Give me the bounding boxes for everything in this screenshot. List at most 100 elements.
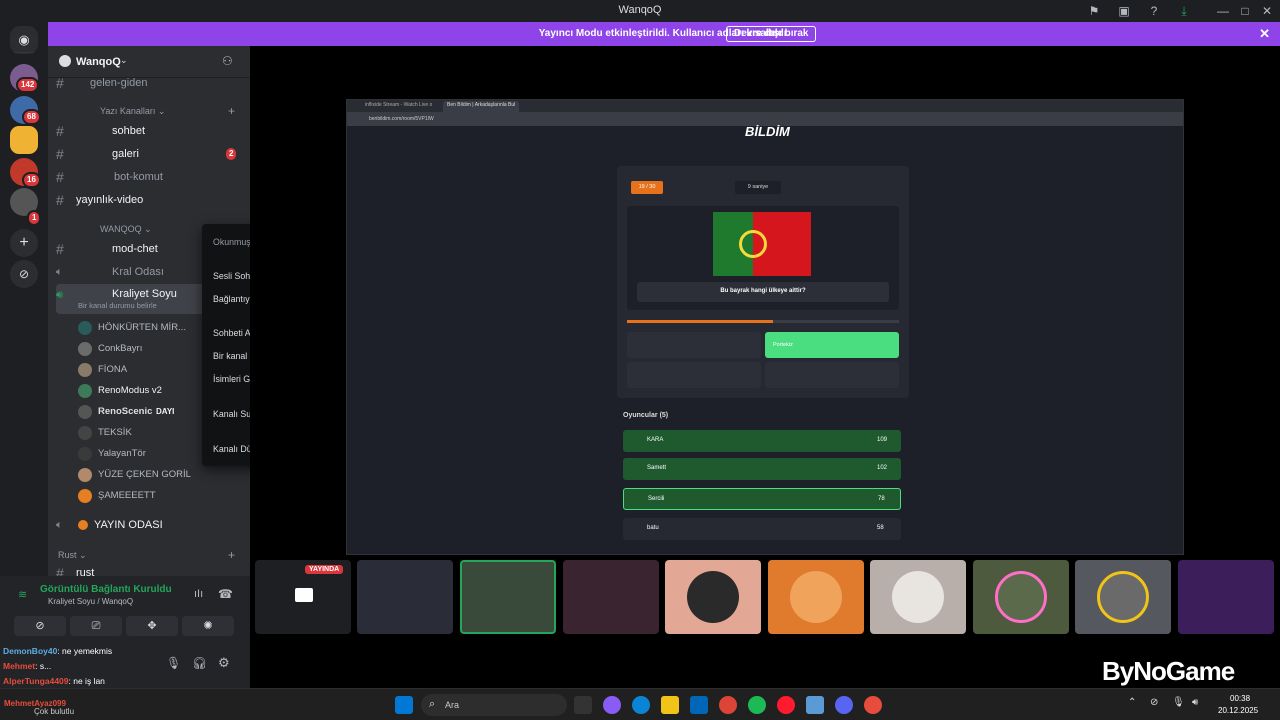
tile-live-stream[interactable]: YAYINDA (255, 560, 351, 634)
store-icon[interactable] (690, 696, 708, 714)
soundboard-button[interactable]: ✺ (182, 616, 234, 636)
task-view-icon[interactable] (574, 696, 592, 714)
voice-member[interactable]: YÜZE ÇEKEN GORİL (78, 465, 238, 485)
avatar (78, 384, 92, 398)
copilot-icon[interactable] (603, 696, 621, 714)
avatar-tile[interactable] (1075, 560, 1171, 634)
channel-status[interactable]: Bir kanal durumu belirle (78, 301, 157, 311)
channel-bot-komut[interactable]: # bot-komut (56, 166, 246, 188)
channel-yayinlik-video[interactable]: # yayınlık-video (56, 189, 246, 211)
file-explorer-icon[interactable] (661, 696, 679, 714)
lock-server-icon[interactable] (10, 126, 38, 154)
channel-gelen-giden[interactable]: # gelen-giden (56, 72, 246, 94)
chrome-icon[interactable] (719, 696, 737, 714)
question-text: Bu bayrak hangi ülkeye aittir? (720, 288, 806, 294)
browser-tab[interactable]: inflixide Stream - Watch Live o (365, 102, 432, 108)
help-icon[interactable]: ▣ (1116, 3, 1132, 19)
headphones-icon[interactable]: 🎧︎ (192, 656, 207, 670)
player-score: 58 (877, 525, 884, 531)
category-label: WANQOQ (100, 224, 142, 234)
discover-icon[interactable]: ⊘ (10, 260, 38, 288)
answer-option[interactable] (627, 362, 761, 388)
activities-button[interactable]: ✥ (126, 616, 178, 636)
voice-status: Görüntülü Bağlantı Kuruldu (40, 584, 172, 595)
voice-member[interactable]: ŞAMEEEETT (78, 486, 238, 506)
channel-label: yayınlık-video (76, 194, 144, 206)
download-icon[interactable]: ⤓ (1176, 3, 1192, 19)
app-icon[interactable] (806, 696, 824, 714)
discord-home-icon[interactable]: ◉ (10, 26, 38, 54)
avatar-tile[interactable] (665, 560, 761, 634)
answer-option[interactable] (765, 362, 899, 388)
help-icon[interactable]: ? (1146, 3, 1162, 19)
avatar-tile[interactable] (1178, 560, 1274, 634)
video-tile[interactable] (357, 560, 453, 634)
avatar (78, 468, 92, 482)
inbox-icon[interactable]: ⚑ (1086, 3, 1102, 19)
answer-option-selected[interactable]: Portekiz (765, 332, 899, 358)
obs-icon[interactable] (864, 696, 882, 714)
invite-icon[interactable]: ⚇ (222, 54, 233, 68)
edge-icon[interactable] (632, 696, 650, 714)
add-channel-icon[interactable]: + (228, 548, 235, 562)
disable-streamer-mode-button[interactable]: Devre dışı bırak (726, 26, 817, 42)
answer-option[interactable] (627, 332, 761, 358)
disconnect-icon[interactable]: ☎ (218, 587, 233, 601)
url-bar[interactable]: benbildim.com/room/5VP1IW (369, 116, 434, 122)
microphone-icon[interactable]: 🎙︎ (166, 656, 181, 670)
channel-rust[interactable]: # rust (56, 562, 246, 576)
title-bar: WanqoQ ⚑ ▣ ? ⤓ — □ ✕ (0, 0, 1280, 22)
avatar (78, 489, 92, 503)
volume-icon[interactable]: 🔊︎ (1192, 697, 1198, 708)
add-server-icon[interactable]: + (10, 229, 38, 257)
windows-start-icon[interactable] (395, 696, 413, 714)
video-tile[interactable] (563, 560, 659, 634)
network-icon[interactable]: ⊘ (1150, 697, 1158, 708)
live-badge: YAYINDA (305, 565, 344, 574)
opera-icon[interactable] (777, 696, 795, 714)
category-label: Rust (58, 550, 77, 560)
noise-suppression-icon[interactable]: ıIı (194, 588, 203, 600)
screen-share-stream[interactable]: inflixide Stream - Watch Live o Ben Bild… (346, 99, 1184, 555)
chat-overlay: DemonBoy40: ne yemekmis Mehmet: s... Alp… (0, 646, 160, 690)
banner-message: Yayıncı Modu etkinleştirildi. Kullanıcı … (538, 28, 790, 39)
chat-line: Mehmet: s... (3, 661, 51, 671)
channel-sohbet[interactable]: # sohbet (56, 120, 246, 142)
add-channel-icon[interactable]: + (228, 104, 235, 118)
site-logo: BİLDİM (745, 124, 790, 139)
menu-open-chat[interactable]: Sohbeti Aç (213, 328, 255, 338)
avatar (78, 363, 92, 377)
hash-icon: # (56, 192, 64, 208)
question-bar: Bu bayrak hangi ülkeye aittir? (637, 282, 889, 302)
browser-tab: Ben Bildim | Arkadaşlarınla Bul (447, 102, 516, 108)
maximize-icon[interactable]: □ (1237, 3, 1253, 19)
player-row: Sercili 78 (623, 488, 901, 510)
video-tile-speaking[interactable] (460, 560, 556, 634)
voice-channel-yayin-odasi[interactable]: 🔈︎ YAYIN ODASI (56, 514, 246, 536)
close-window-icon[interactable]: ✕ (1259, 3, 1275, 19)
avatar-tile[interactable] (870, 560, 966, 634)
avatar (78, 342, 92, 356)
microphone-tray-icon[interactable]: 🎙︎ (1172, 697, 1185, 708)
discord-icon[interactable] (835, 696, 853, 714)
avatar (1097, 571, 1149, 623)
settings-gear-icon[interactable]: ⚙ (218, 655, 230, 671)
spotify-icon[interactable] (748, 696, 766, 714)
avatar-tile[interactable] (973, 560, 1069, 634)
channel-galeri[interactable]: # galeri 2 (56, 143, 246, 165)
minimize-icon[interactable]: — (1215, 3, 1231, 19)
server-badge: 142 (16, 77, 40, 93)
divider (14, 52, 34, 53)
clock-time[interactable]: 00:38 (1230, 694, 1250, 703)
member-name: RenoModus v2 (98, 385, 162, 396)
browser-tabbar: inflixide Stream - Watch Live o Ben Bild… (347, 100, 1183, 112)
clock-date[interactable]: 20.12.2025 (1218, 706, 1258, 715)
close-banner-icon[interactable]: ✕ (1259, 26, 1270, 42)
member-name: RenoScenic (98, 406, 153, 417)
channel-label: galeri (112, 148, 139, 160)
avatar-tile[interactable] (768, 560, 864, 634)
screen-share-button[interactable]: ⎚ (70, 616, 122, 636)
search-box[interactable]: ⌕ Ara (421, 694, 567, 716)
camera-toggle-button[interactable]: ⊘ (14, 616, 66, 636)
chevron-up-icon[interactable]: ⌃ (1128, 697, 1136, 708)
